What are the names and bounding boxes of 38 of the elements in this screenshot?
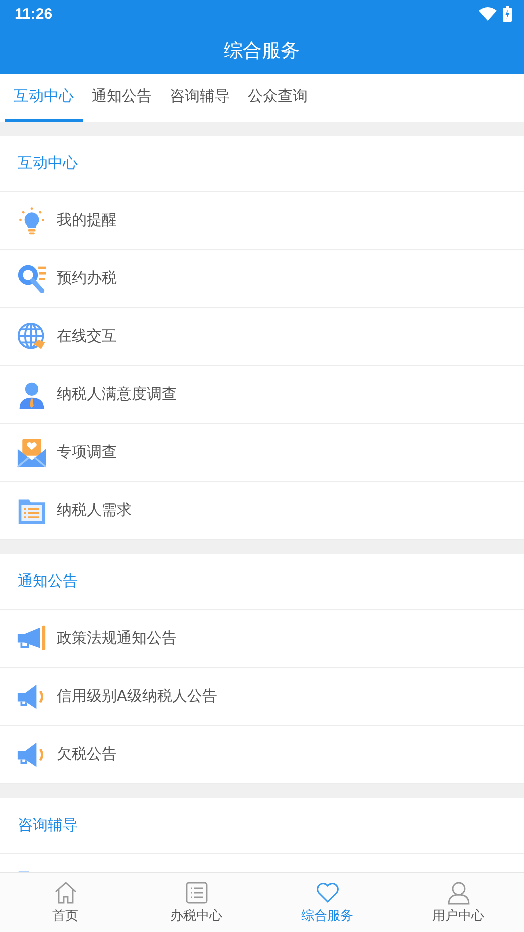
battery-icon bbox=[503, 6, 512, 22]
item-label: 纳税人需求 bbox=[57, 501, 132, 520]
item-label: 欠税公告 bbox=[57, 745, 117, 764]
user-icon bbox=[446, 880, 470, 904]
section-title: 咨询辅导 bbox=[18, 816, 78, 835]
magnifier-icon bbox=[17, 264, 47, 294]
list-item[interactable]: 在线交互 bbox=[0, 308, 524, 366]
item-label: 政策法规通知公告 bbox=[57, 629, 177, 648]
item-label: 我的提醒 bbox=[57, 211, 117, 230]
wifi-icon bbox=[479, 7, 497, 21]
page-title: 综合服务 bbox=[224, 39, 300, 64]
nav-tab[interactable]: 首页 bbox=[0, 873, 131, 932]
item-label: 预约办税 bbox=[57, 269, 117, 288]
list-item[interactable]: 我的提醒 bbox=[0, 192, 524, 250]
globe-icon bbox=[17, 322, 47, 352]
status-time: 11:26 bbox=[15, 6, 53, 22]
list-item[interactable]: 信用级别A级纳税人公告 bbox=[0, 668, 524, 726]
list-icon bbox=[184, 880, 208, 904]
home-icon bbox=[54, 880, 78, 904]
envelope-icon bbox=[17, 438, 47, 468]
tab[interactable]: 通知公告 bbox=[83, 74, 161, 122]
megaphone-icon bbox=[17, 624, 47, 654]
nav-tab[interactable]: 用户中心 bbox=[393, 873, 524, 932]
nav-tab[interactable]: 办税中心 bbox=[131, 873, 262, 932]
list-item[interactable]: 政策法规通知公告 bbox=[0, 610, 524, 668]
item-label: 纳税人满意度调查 bbox=[57, 385, 177, 404]
list-item[interactable]: 预约办税 bbox=[0, 250, 524, 308]
item-label: 在线交互 bbox=[57, 327, 117, 346]
lightbulb-icon bbox=[17, 206, 47, 236]
section-title: 互动中心 bbox=[18, 154, 78, 173]
item-label: 专项调查 bbox=[57, 443, 117, 462]
heart-icon bbox=[316, 880, 340, 904]
item-label: 信用级别A级纳税人公告 bbox=[57, 687, 218, 706]
tab[interactable]: 咨询辅导 bbox=[161, 74, 239, 122]
list-item[interactable]: 纳税人满意度调查 bbox=[0, 366, 524, 424]
tab[interactable]: 公众查询 bbox=[239, 74, 317, 122]
section-title: 通知公告 bbox=[18, 572, 78, 591]
list-item[interactable]: 专项调查 bbox=[0, 424, 524, 482]
